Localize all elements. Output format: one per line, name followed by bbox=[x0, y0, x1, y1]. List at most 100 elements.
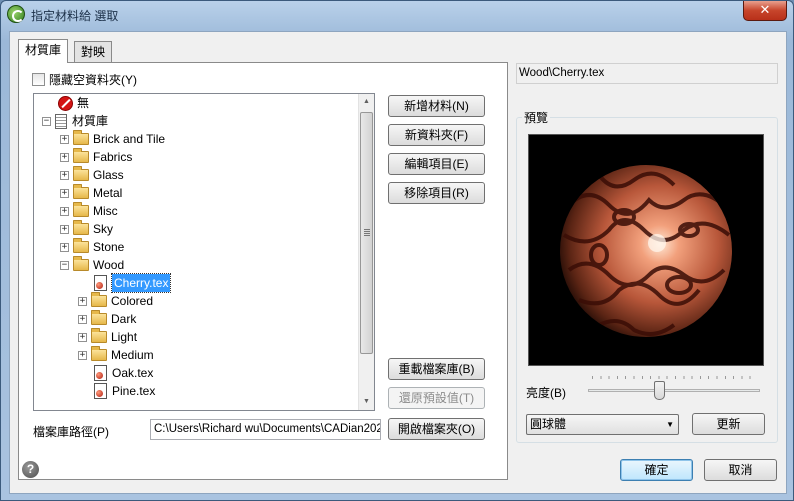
reload-library-button[interactable]: 重載檔案庫(B) bbox=[388, 358, 485, 380]
expand-icon[interactable]: + bbox=[60, 188, 69, 198]
cancel-button[interactable]: 取消 bbox=[704, 459, 777, 481]
folder-icon bbox=[73, 130, 89, 145]
expand-icon[interactable]: + bbox=[78, 314, 87, 324]
folder-icon bbox=[73, 256, 89, 271]
open-folder-button[interactable]: 開啟檔案夾(O) bbox=[388, 418, 485, 440]
expand-icon[interactable]: + bbox=[78, 332, 87, 342]
title-bar[interactable]: 指定材料給 選取 ✕ bbox=[1, 1, 793, 27]
scrollbar-thumb[interactable] bbox=[360, 112, 373, 354]
tree-item-stone[interactable]: + Stone bbox=[60, 238, 124, 256]
tree-item-label: Medium bbox=[111, 348, 154, 362]
tree-item-cherry-tex[interactable]: Cherry.tex bbox=[94, 273, 172, 293]
tab-library[interactable]: 材質庫 bbox=[18, 39, 69, 63]
brightness-slider[interactable] bbox=[588, 389, 760, 392]
tree-item-library[interactable]: − 材質庫 bbox=[42, 112, 108, 130]
none-icon bbox=[58, 95, 73, 111]
preview-shape-value: 圓球體 bbox=[530, 417, 567, 431]
hide-empty-folders-label: 隱藏空資料夾(Y) bbox=[49, 73, 137, 87]
tree-item-glass[interactable]: + Glass bbox=[60, 166, 124, 184]
remove-item-button[interactable]: 移除項目(R) bbox=[388, 182, 485, 204]
expand-icon[interactable]: + bbox=[78, 350, 87, 360]
hide-empty-folders-option[interactable]: 隱藏空資料夾(Y) bbox=[32, 71, 137, 88]
folder-icon bbox=[73, 202, 89, 217]
preview-shape-select[interactable]: 圓球體 ▼ bbox=[526, 414, 679, 435]
expand-icon[interactable]: + bbox=[60, 224, 69, 234]
tree-item-dark[interactable]: + Dark bbox=[78, 310, 136, 328]
tree-item-label: Oak.tex bbox=[112, 366, 154, 380]
tree-item-label: Sky bbox=[93, 222, 114, 236]
tab-mapping[interactable]: 對映 bbox=[74, 41, 113, 63]
library-path-label: 檔案庫路徑(P) bbox=[33, 425, 109, 439]
tree-item-label: Dark bbox=[111, 312, 137, 326]
scroll-up-arrow-icon[interactable]: ▲ bbox=[359, 94, 374, 110]
brightness-slider-thumb[interactable] bbox=[654, 381, 666, 400]
preview-sphere bbox=[560, 165, 732, 337]
dialog-client-area: 材質庫 對映 隱藏空資料夾(Y) 無 − 材質庫 + Brick and Til… bbox=[9, 31, 787, 494]
tree-item-label: Light bbox=[111, 330, 138, 344]
expand-icon[interactable]: + bbox=[60, 242, 69, 252]
expand-icon[interactable]: + bbox=[78, 296, 87, 306]
tree-item-label: 無 bbox=[77, 96, 90, 110]
tree-item-misc[interactable]: + Misc bbox=[60, 202, 118, 220]
library-tab-panel: 隱藏空資料夾(Y) 無 − 材質庫 + Brick and Tile + Fab… bbox=[18, 62, 508, 480]
tree-item-sky[interactable]: + Sky bbox=[60, 220, 113, 238]
tree-item-label: Colored bbox=[111, 294, 154, 308]
collapse-icon[interactable]: − bbox=[60, 260, 69, 270]
close-button[interactable]: ✕ bbox=[743, 1, 787, 21]
tree-item-label: Metal bbox=[93, 186, 123, 200]
tree-item-label: Glass bbox=[93, 168, 124, 182]
new-material-button[interactable]: 新增材料(N) bbox=[388, 95, 485, 117]
tree-item-colored[interactable]: + Colored bbox=[78, 292, 153, 310]
material-tree-content: 無 − 材質庫 + Brick and Tile + Fabrics + Gla… bbox=[34, 94, 360, 410]
window-title: 指定材料給 選取 bbox=[31, 9, 119, 23]
slider-ticks bbox=[592, 376, 758, 379]
tree-item-pine-tex[interactable]: Pine.tex bbox=[94, 382, 155, 400]
expand-icon[interactable]: + bbox=[60, 152, 69, 162]
preview-group-label: 預覽 bbox=[522, 109, 551, 126]
tree-item-label: 材質庫 bbox=[72, 114, 109, 128]
material-tree[interactable]: 無 − 材質庫 + Brick and Tile + Fabrics + Gla… bbox=[33, 93, 375, 411]
folder-icon bbox=[73, 166, 89, 181]
folder-icon bbox=[73, 148, 89, 163]
tree-item-light[interactable]: + Light bbox=[78, 328, 137, 346]
refresh-preview-button[interactable]: 更新 bbox=[692, 413, 765, 435]
new-folder-button[interactable]: 新資料夾(F) bbox=[388, 124, 485, 146]
folder-icon bbox=[91, 292, 107, 307]
grip-icon bbox=[364, 229, 370, 236]
dialog-window: 指定材料給 選取 ✕ 材質庫 對映 隱藏空資料夾(Y) 無 − 材質庫 + Br… bbox=[0, 0, 794, 501]
chevron-down-icon: ▼ bbox=[666, 420, 674, 429]
tree-scrollbar[interactable]: ▲ ▼ bbox=[358, 94, 374, 410]
expand-icon[interactable]: + bbox=[60, 134, 69, 144]
help-icon[interactable]: ? bbox=[22, 461, 39, 478]
tree-item-fabrics[interactable]: + Fabrics bbox=[60, 148, 132, 166]
tree-item-label: Stone bbox=[93, 240, 125, 254]
material-file-icon bbox=[94, 383, 107, 399]
folder-icon bbox=[91, 346, 107, 361]
specular-highlight bbox=[648, 234, 666, 252]
tree-item-none[interactable]: 無 bbox=[58, 94, 89, 112]
tree-item-oak-tex[interactable]: Oak.tex bbox=[94, 364, 153, 382]
library-icon bbox=[55, 113, 67, 129]
sphere-body bbox=[560, 165, 732, 337]
folder-icon bbox=[73, 184, 89, 199]
library-path-field[interactable]: C:\Users\Richard wu\Documents\CADian2021… bbox=[150, 419, 381, 440]
expand-icon[interactable]: + bbox=[60, 206, 69, 216]
folder-icon bbox=[91, 310, 107, 325]
collapse-icon[interactable]: − bbox=[42, 116, 51, 126]
edit-item-button[interactable]: 編輯項目(E) bbox=[388, 153, 485, 175]
hide-empty-folders-checkbox[interactable] bbox=[32, 73, 45, 86]
tree-item-wood[interactable]: − Wood bbox=[60, 256, 124, 274]
tree-item-metal[interactable]: + Metal bbox=[60, 184, 122, 202]
folder-icon bbox=[73, 238, 89, 253]
tree-item-label: Misc bbox=[93, 204, 118, 218]
tree-item-medium[interactable]: + Medium bbox=[78, 346, 154, 364]
selected-material-path: Wood\Cherry.tex bbox=[516, 63, 778, 84]
brightness-label: 亮度(B) bbox=[526, 386, 566, 400]
material-file-icon bbox=[94, 365, 107, 381]
tree-item-brick-and-tile[interactable]: + Brick and Tile bbox=[60, 130, 165, 148]
tree-item-label: Wood bbox=[93, 258, 125, 272]
folder-icon bbox=[73, 220, 89, 235]
expand-icon[interactable]: + bbox=[60, 170, 69, 180]
scroll-down-arrow-icon[interactable]: ▼ bbox=[359, 394, 374, 410]
ok-button[interactable]: 確定 bbox=[620, 459, 693, 481]
